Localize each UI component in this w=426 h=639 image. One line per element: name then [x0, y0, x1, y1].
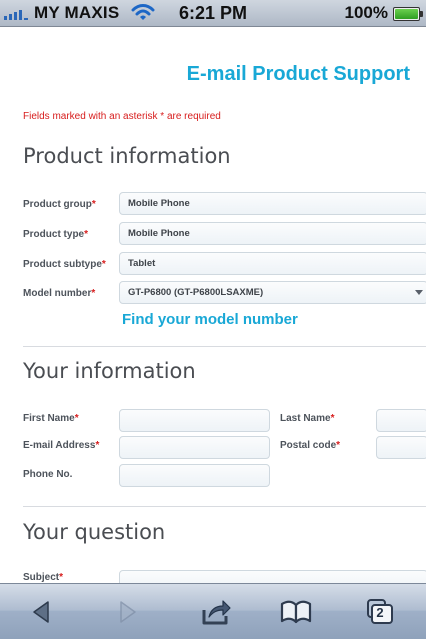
required-asterisk: *: [95, 440, 100, 451]
model-number-select[interactable]: GT-P6800 (GT-P6800LSAXME): [119, 281, 426, 304]
phone-number-label: Phone No.: [23, 469, 73, 480]
back-icon: [33, 601, 49, 623]
open-tabs-count: 2: [376, 605, 384, 620]
forward-button[interactable]: [107, 593, 147, 631]
tabs-button[interactable]: 2: [360, 593, 400, 631]
find-model-number-link[interactable]: Find your model number: [122, 311, 298, 328]
first-name-input[interactable]: [119, 409, 270, 432]
product-subtype-select[interactable]: Tablet: [119, 252, 426, 275]
section-divider: [23, 506, 426, 507]
postal-code-input[interactable]: [376, 436, 426, 459]
required-asterisk: *: [74, 413, 79, 424]
last-name-input[interactable]: [376, 409, 426, 432]
mobile-browser-screen: MY MAXIS 6:21 PM 100% E-mail Product Sup…: [0, 0, 426, 639]
forward-icon: [120, 601, 136, 623]
section-divider: [23, 346, 426, 347]
bookmarks-button[interactable]: [276, 593, 316, 631]
required-fields-note: Fields marked with an asterisk * are req…: [23, 111, 221, 122]
share-icon: [202, 600, 231, 625]
last-name-label: Last Name*: [280, 413, 335, 424]
first-name-label: First Name*: [23, 413, 79, 424]
required-asterisk: *: [101, 259, 106, 270]
bookmarks-icon: [280, 600, 312, 624]
battery-icon: [393, 7, 423, 21]
required-asterisk: *: [91, 199, 96, 210]
phone-number-input[interactable]: [119, 464, 270, 487]
battery-fill: [395, 9, 418, 19]
model-number-value: GT-P6800 (GT-P6800LSAXME): [128, 287, 264, 298]
subject-input[interactable]: [119, 570, 426, 583]
dropdown-arrow-icon: [415, 290, 423, 295]
email-product-support-page: E-mail Product Support Fields marked wit…: [0, 27, 426, 583]
required-asterisk: *: [330, 413, 335, 424]
email-address-input[interactable]: [119, 436, 270, 459]
browser-toolbar: 2: [0, 583, 426, 639]
battery-percent: 100%: [344, 3, 388, 22]
your-information-heading: Your information: [23, 359, 196, 383]
back-button[interactable]: [22, 593, 62, 631]
share-button[interactable]: [195, 593, 235, 631]
subject-label: Subject*: [23, 572, 64, 583]
page-title: E-mail Product Support: [186, 63, 410, 85]
product-type-select[interactable]: Mobile Phone: [119, 222, 426, 245]
ios-status-bar: MY MAXIS 6:21 PM 100%: [0, 0, 426, 27]
your-question-heading: Your question: [23, 520, 166, 544]
required-asterisk: *: [336, 440, 341, 451]
required-asterisk: *: [59, 572, 64, 583]
required-asterisk: *: [84, 229, 89, 240]
email-address-label: E-mail Address*: [23, 440, 100, 451]
product-subtype-label: Product subtype*: [23, 259, 106, 270]
product-group-select[interactable]: Mobile Phone: [119, 192, 426, 215]
postal-code-label: Postal code*: [280, 440, 341, 451]
product-type-label: Product type*: [23, 229, 89, 240]
required-asterisk: *: [91, 288, 96, 299]
product-information-heading: Product information: [23, 144, 231, 168]
product-group-label: Product group*: [23, 199, 96, 210]
model-number-label: Model number*: [23, 288, 96, 299]
